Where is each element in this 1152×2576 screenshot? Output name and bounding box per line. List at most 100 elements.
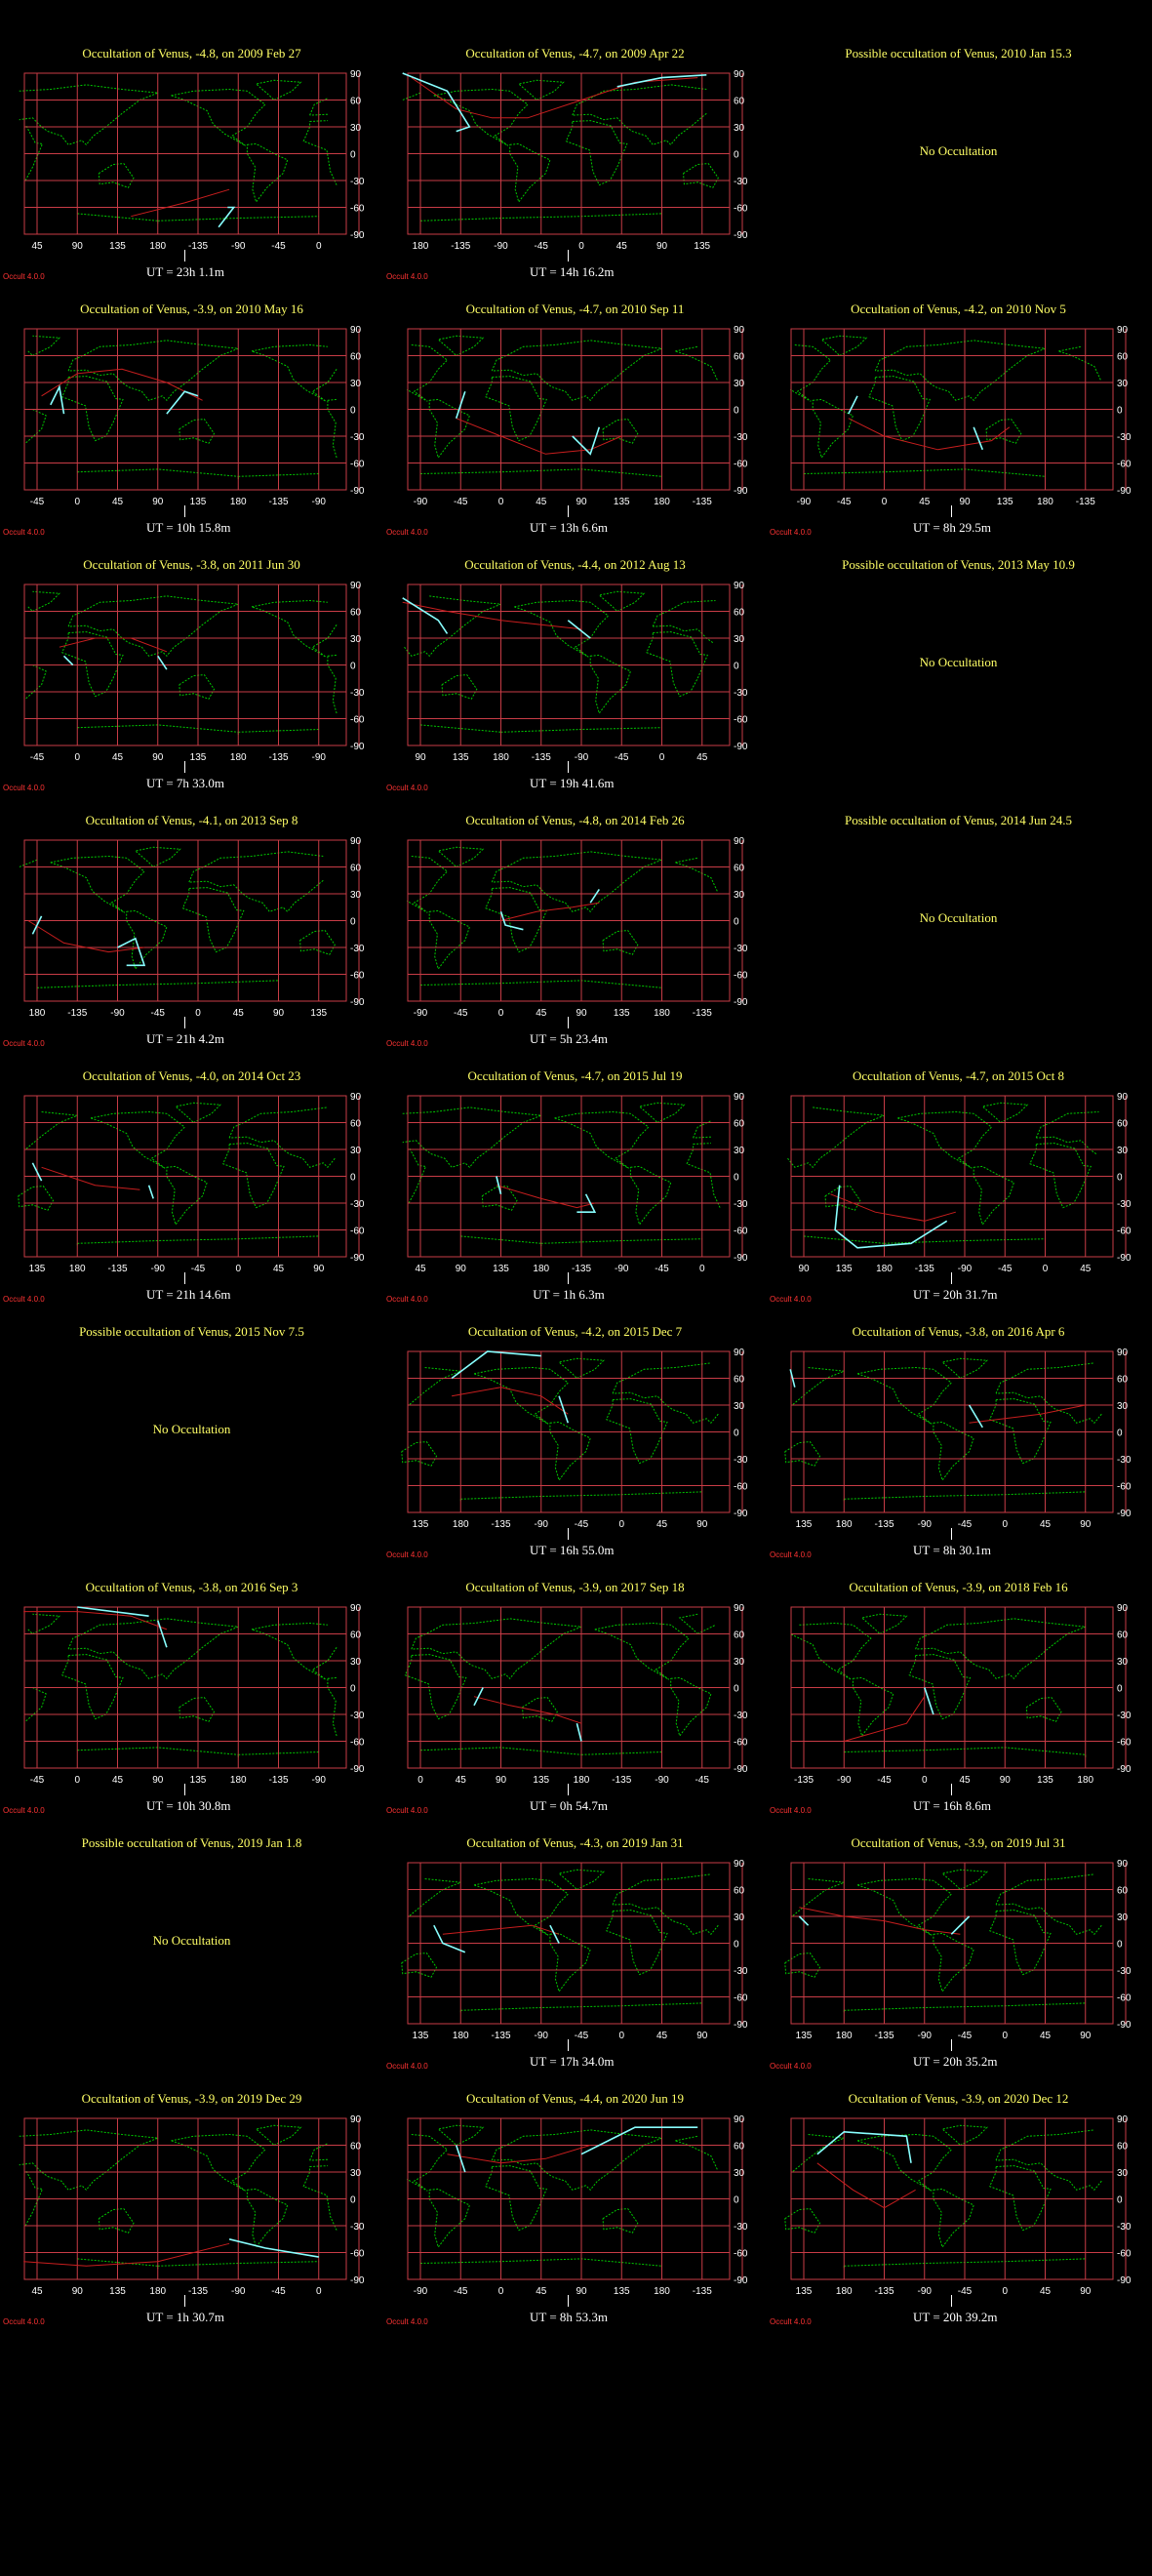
ut-time: UT = 1h 30.7m <box>146 2310 225 2324</box>
latitude-tick-label: 90 <box>1117 2114 1129 2125</box>
latitude-tick-label: -90 <box>734 486 748 497</box>
latitude-tick-label: 60 <box>350 1119 362 1130</box>
continent-outline <box>491 2129 662 2192</box>
continent-outline <box>406 856 718 913</box>
latitude-tick-label: -60 <box>350 715 365 726</box>
chart-title: Occultation of Venus, -4.7, on 2015 Oct … <box>852 1068 1065 1083</box>
latitude-tick-label: -30 <box>734 1966 748 1977</box>
coastline <box>18 1102 336 1246</box>
coastline <box>402 1102 721 1246</box>
latitude-tick-label: -60 <box>734 715 748 726</box>
coastline <box>784 2124 1102 2269</box>
longitude-tick-label: 45 <box>536 1008 547 1019</box>
longitude-tick-label: 135 <box>109 241 126 252</box>
latitude-tick-label: 30 <box>734 1912 745 1923</box>
latitude-tick-label: -30 <box>734 1455 748 1466</box>
coastline <box>19 846 336 990</box>
latitude-tick-label: -60 <box>734 204 748 215</box>
latitude-tick-label: 0 <box>350 917 356 928</box>
chart-panel: Possible occultation of Venus, 2014 Jun … <box>767 786 1150 1042</box>
longitude-tick-label: 180 <box>654 2286 670 2297</box>
visibility-limit-curve <box>402 72 471 133</box>
latitude-tick-label: 0 <box>1117 1940 1123 1951</box>
latitude-tick-label: -90 <box>350 997 365 1008</box>
longitude-tick-label: -45 <box>271 241 286 252</box>
longitude-tick-label: 135 <box>614 497 630 507</box>
latitude-tick-label: -90 <box>734 1509 748 1519</box>
longitude-tick-label: -135 <box>67 1008 87 1019</box>
longitude-tick-label: -45 <box>30 752 45 763</box>
longitude-tick-label: -45 <box>454 2286 468 2297</box>
continent-outline <box>485 376 548 442</box>
ut-marker <box>568 2295 569 2307</box>
central-path <box>41 1166 140 1190</box>
occultation-map: 90 60 30 0 -30 -60 -90 -45 0 45 90 135 180 -135 -90 <box>23 581 365 763</box>
continent-outline <box>246 142 289 204</box>
ut-marker <box>568 761 569 773</box>
chart-panel: Occultation of Venus, -4.4, on 2012 Aug … <box>383 531 767 792</box>
latitude-tick-label: 30 <box>350 1146 362 1156</box>
longitude-tick-label: 135 <box>109 2286 126 2297</box>
latitude-tick-label: 60 <box>1117 1886 1129 1897</box>
visibility-limit-curve <box>451 1350 541 1380</box>
latitude-tick-label: 0 <box>350 406 356 417</box>
longitude-tick-label: 45 <box>112 1775 124 1786</box>
continent-outline <box>222 1143 285 1209</box>
latitude-tick-label: 0 <box>734 662 739 672</box>
longitude-tick-label: -45 <box>151 1008 166 1019</box>
longitude-tick-label: -90 <box>918 2286 933 2297</box>
occultation-map: 90 60 30 0 -30 -60 -90 -90 -45 0 45 90 135 180 -135 <box>406 836 748 1019</box>
occultation-map: 90 60 30 0 -30 -60 -90 45 90 135 180 -135 -90 -45 0 <box>402 1092 748 1274</box>
longitude-tick-label: -90 <box>837 1775 852 1786</box>
longitude-tick-label: 135 <box>190 1775 207 1786</box>
visibility-limit-curve <box>157 655 168 670</box>
latitude-tick-label: -30 <box>1117 432 1132 443</box>
continent-outline <box>670 1676 712 1738</box>
longitude-tick-label: 0 <box>195 1008 201 1019</box>
continent-outline <box>50 855 145 913</box>
continent-outline <box>787 1107 1099 1169</box>
ut-time: UT = 20h 39.2m <box>913 2310 998 2324</box>
latitude-tick-label: 90 <box>734 1603 745 1614</box>
longitude-tick-label: -135 <box>268 752 288 763</box>
chart-panel: Occultation of Venus, -3.9, on 2019 Dec … <box>0 2065 383 2326</box>
longitude-tick-label: 180 <box>149 241 166 252</box>
continent-outline <box>299 930 336 955</box>
continent-outline <box>514 599 610 658</box>
continent-outline <box>67 340 239 402</box>
chart-title: Occultation of Venus, -4.4, on 2020 Jun … <box>466 2091 684 2106</box>
continent-outline <box>171 88 266 146</box>
longitude-tick-label: 45 <box>656 1519 668 1530</box>
latitude-tick-label: -60 <box>1117 460 1132 470</box>
longitude-tick-label: -135 <box>874 2031 894 2041</box>
ut-marker <box>568 2039 569 2051</box>
ut-marker <box>951 1272 952 1284</box>
visibility-limit-curve <box>567 620 591 639</box>
continent-outline <box>181 887 245 953</box>
chart-title: Possible occultation of Venus, 2019 Jan … <box>81 1835 302 1850</box>
latitude-tick-label: 90 <box>734 1092 745 1103</box>
continent-outline <box>246 2188 289 2249</box>
chart-panel: Occultation of Venus, -4.3, on 2019 Jan … <box>383 1809 767 2071</box>
chart-title: Occultation of Venus, -3.9, on 2020 Dec … <box>848 2091 1069 2106</box>
occultation-map: 90 60 30 0 -30 -60 -90 180 -135 -90 -45 0 45 90 135 <box>19 836 365 1019</box>
central-path <box>411 77 698 119</box>
continent-outline <box>171 2133 266 2192</box>
chart-title: Occultation of Venus, -3.9, on 2019 Dec … <box>81 2091 302 2106</box>
latitude-tick-label: -30 <box>350 1711 365 1721</box>
occultation-map: 90 60 30 0 -30 -60 -90 45 90 135 180 -135 -90 -45 0 <box>19 2114 365 2297</box>
continent-outline <box>473 1366 570 1425</box>
longitude-tick-label: 90 <box>696 2031 708 2041</box>
latitude-tick-label: 30 <box>1117 379 1129 389</box>
longitude-tick-label: -135 <box>612 1775 631 1786</box>
continent-outline <box>179 419 216 444</box>
latitude-tick-label: -30 <box>1117 1199 1132 1210</box>
coastline <box>24 1613 338 1757</box>
continent-outline <box>428 2188 471 2249</box>
continent-outline <box>98 163 135 188</box>
longitude-tick-label: 135 <box>413 1519 429 1530</box>
latitude-tick-label: 90 <box>350 836 362 847</box>
latitude-tick-label: -30 <box>734 944 748 954</box>
chart-title: Occultation of Venus, -4.4, on 2012 Aug … <box>464 557 686 572</box>
visibility-limit-curve <box>228 2238 319 2258</box>
